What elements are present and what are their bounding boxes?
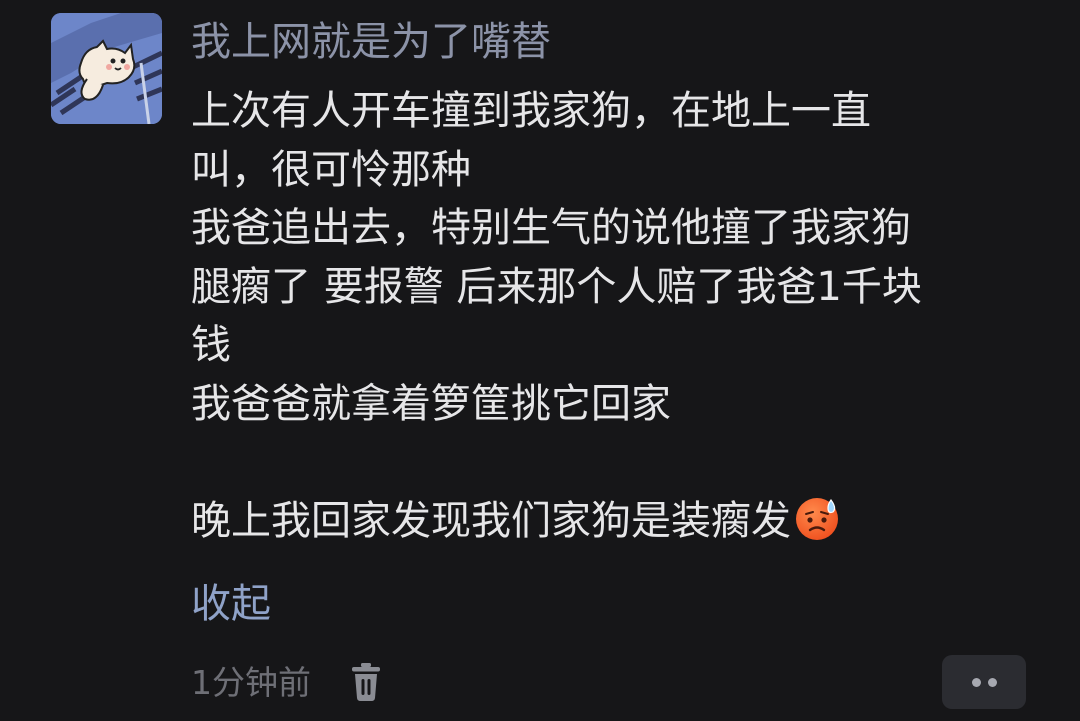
comment-line: 我爸追出去，特别生气的说他撞了我家狗 [191, 205, 911, 251]
trash-icon [352, 663, 380, 701]
comment-line-blank [191, 433, 1051, 492]
collapse-link[interactable]: 收起 [191, 576, 271, 632]
dot [972, 678, 981, 687]
comment-item: 我上网就是为了嘴替 上次有人开车撞到我家狗，在地上一直 叫，很可怜那种 我爸追出… [0, 0, 1080, 721]
username[interactable]: 我上网就是为了嘴替 [191, 14, 551, 70]
comment-line: 钱 [191, 322, 231, 368]
comment-line: 上次有人开车撞到我家狗，在地上一直 [191, 88, 871, 134]
comment-line-last: 晚上我回家发现我们家狗是装瘸发 [191, 492, 1051, 559]
comment-line: 我爸爸就拿着箩筐挑它回家 [191, 380, 671, 427]
comment-line: 叫，很可怜那种 [191, 146, 471, 193]
comment-line: 腿瘸了 要报警 后来那个人赔了我爸1千块 [191, 263, 922, 310]
timestamp: 1分钟前 [191, 663, 311, 702]
comment-body: 上次有人开车撞到我家狗，在地上一直 叫，很可怜那种 我爸追出去，特别生气的说他撞… [191, 82, 1051, 558]
cat-avatar-icon [51, 13, 162, 124]
avatar[interactable] [51, 13, 162, 124]
sweat-emoji-icon [793, 494, 841, 559]
delete-button[interactable] [346, 660, 386, 704]
comment-line-text: 晚上我回家发现我们家狗是装瘸发 [191, 497, 791, 544]
more-options-button[interactable] [942, 655, 1026, 709]
dot [988, 678, 997, 687]
